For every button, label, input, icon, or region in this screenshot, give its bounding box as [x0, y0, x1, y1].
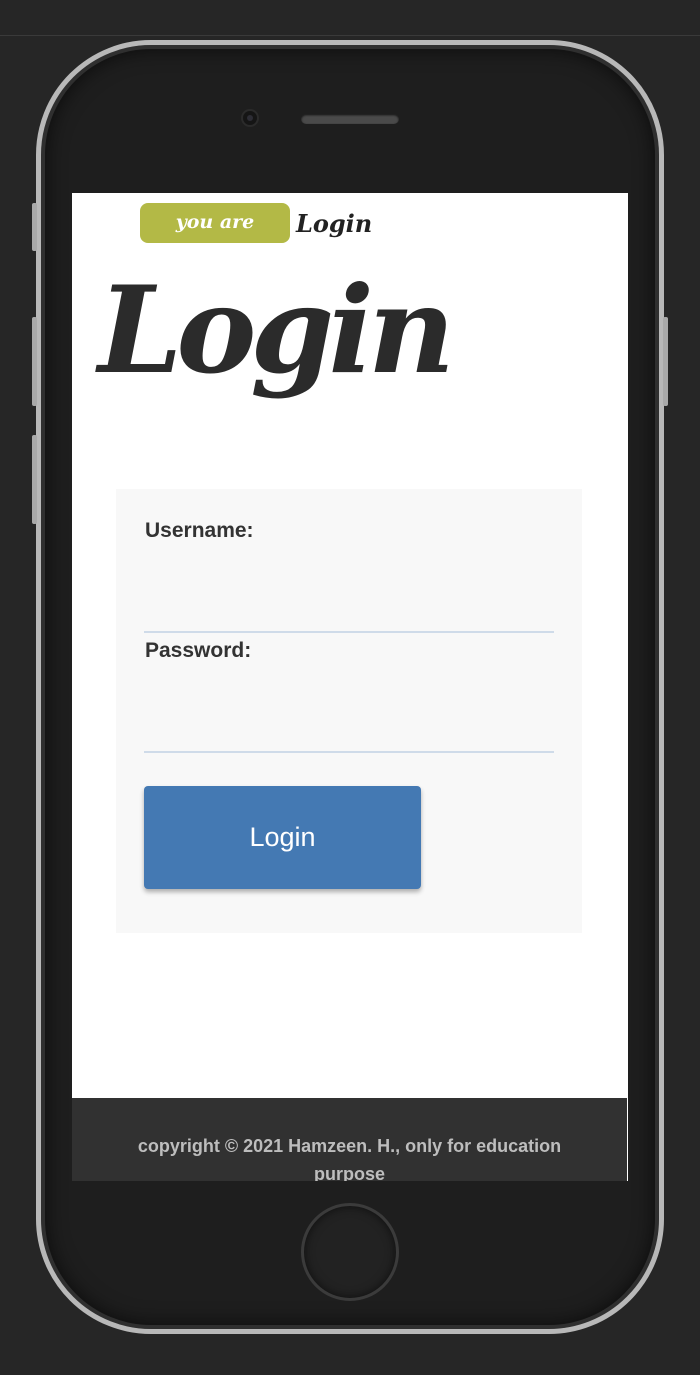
power-button	[663, 317, 668, 406]
top-divider	[0, 35, 700, 36]
breadcrumb-current: Login	[296, 208, 373, 238]
volume-down-button	[32, 435, 37, 524]
breadcrumb-badge: you are here	[140, 203, 290, 271]
page-title: Login	[98, 260, 455, 401]
mute-switch	[32, 203, 37, 251]
earpiece-speaker-icon	[301, 114, 399, 124]
copyright-text: copyright © 2021 Hamzeen. H., only for e…	[137, 1136, 562, 1181]
phone-screen: you are here Login Login Username: Passw…	[72, 193, 628, 1181]
login-form: Username: Password: Login	[116, 489, 582, 933]
volume-up-button	[32, 317, 37, 406]
footer: copyright © 2021 Hamzeen. H., only for e…	[72, 1098, 627, 1181]
username-input[interactable]	[144, 593, 554, 633]
login-button[interactable]: Login	[144, 786, 421, 889]
front-camera-icon	[243, 111, 257, 125]
home-button-icon[interactable]	[301, 1203, 399, 1301]
breadcrumb: you are here Login	[140, 203, 373, 271]
password-input[interactable]	[144, 713, 554, 753]
password-label: Password:	[145, 639, 252, 662]
username-label: Username:	[145, 519, 254, 542]
